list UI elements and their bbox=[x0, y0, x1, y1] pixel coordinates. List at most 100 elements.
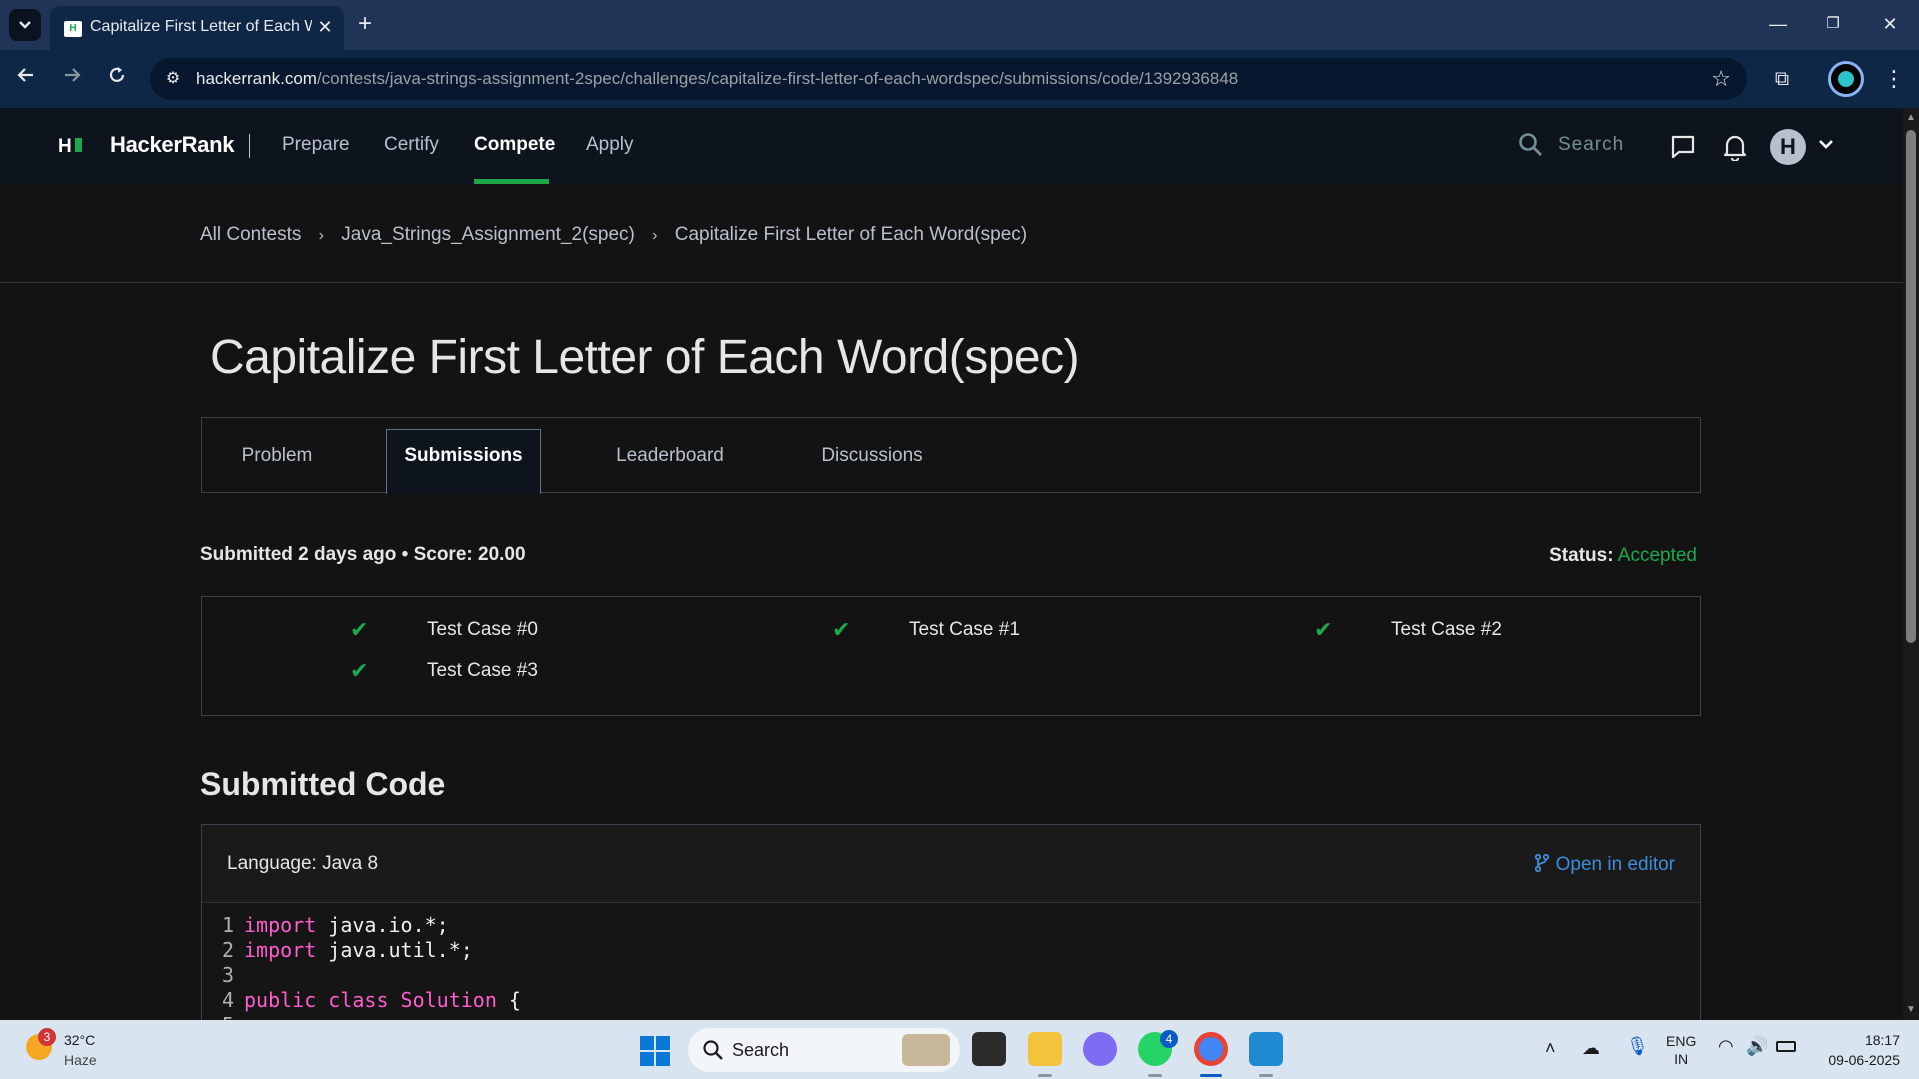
code-line: 4 public class Solution { bbox=[202, 988, 1700, 1013]
more-menu-icon[interactable]: ⋮ bbox=[1880, 63, 1908, 95]
tab-submissions[interactable]: Submissions bbox=[386, 429, 541, 494]
submission-status: Status: Accepted bbox=[1549, 545, 1697, 567]
url-text[interactable]: hackerrank.com/contests/java-strings-ass… bbox=[196, 69, 1238, 89]
file-explorer-icon[interactable] bbox=[1028, 1032, 1062, 1066]
scroll-up-arrow-icon[interactable]: ▲ bbox=[1903, 112, 1919, 123]
code-rest: java.io.*; bbox=[316, 913, 449, 937]
brand-name[interactable]: HackerRank bbox=[110, 132, 235, 158]
breadcrumb-contest[interactable]: Java_Strings_Assignment_2(spec) bbox=[341, 224, 635, 246]
language-indicator[interactable]: ENG IN bbox=[1666, 1032, 1696, 1068]
scroll-down-arrow-icon[interactable]: ▼ bbox=[1903, 1004, 1919, 1015]
minimize-window-button[interactable]: — bbox=[1750, 0, 1806, 50]
back-button[interactable] bbox=[10, 63, 42, 95]
code-line: 5 bbox=[202, 1013, 1700, 1020]
arrow-left-icon bbox=[17, 68, 33, 82]
running-indicator bbox=[1148, 1074, 1162, 1077]
tab-discussions[interactable]: Discussions bbox=[782, 418, 962, 494]
breadcrumb-divider bbox=[0, 282, 1903, 283]
tab-problem[interactable]: Problem bbox=[202, 418, 352, 494]
cloud-offline-icon[interactable]: ☁ bbox=[1582, 1038, 1600, 1059]
extensions-puzzle-icon[interactable]: ⧉ bbox=[1766, 63, 1798, 95]
restore-window-button[interactable]: ❐ bbox=[1805, 0, 1861, 50]
chevron-right-icon: › bbox=[318, 227, 324, 244]
code-line: 3 bbox=[202, 963, 1700, 988]
breadcrumb-challenge[interactable]: Capitalize First Letter of Each Word(spe… bbox=[675, 224, 1027, 246]
code-rest: { bbox=[496, 988, 521, 1012]
code-viewer-header: Language: Java 8 Open in editor bbox=[202, 825, 1700, 903]
chrome-icon[interactable] bbox=[1194, 1032, 1228, 1066]
new-tab-button[interactable]: + bbox=[350, 10, 380, 40]
whatsapp-badge: 4 bbox=[1160, 1030, 1178, 1048]
scrollbar-thumb[interactable] bbox=[1906, 130, 1916, 643]
code-text: import java.io.*; bbox=[244, 913, 449, 938]
wifi-icon[interactable]: ◠ bbox=[1718, 1036, 1734, 1057]
windows-start-icon[interactable] bbox=[640, 1036, 670, 1066]
reload-button[interactable] bbox=[101, 63, 133, 95]
hackerrank-logo-icon[interactable]: H bbox=[58, 136, 82, 158]
nav-link-certify[interactable]: Certify bbox=[384, 134, 439, 156]
language-label: Language: Java 8 bbox=[227, 853, 379, 874]
tab-leaderboard[interactable]: Leaderboard bbox=[580, 418, 760, 494]
chevron-down-icon[interactable] bbox=[1818, 132, 1834, 158]
bookmark-star-icon[interactable]: ☆ bbox=[1711, 66, 1731, 92]
check-icon: ✔ bbox=[350, 617, 369, 642]
running-indicator bbox=[1259, 1074, 1273, 1077]
code-lines: 1 import java.io.*; 2 import java.util.*; … bbox=[202, 913, 1700, 1020]
taskbar-search-label: Search bbox=[732, 1040, 790, 1060]
page-scrollbar[interactable]: ▲ ▼ bbox=[1903, 108, 1919, 1020]
code-text: public class Solution { bbox=[244, 988, 521, 1013]
windows-taskbar: 3 32°C Haze Search 4 ˄ ☁ 🎙 ENG IN ◠ 🔊 18:… bbox=[0, 1020, 1919, 1079]
site-info-icon[interactable]: ⚙ bbox=[162, 68, 184, 90]
tab-title: Capitalize First Letter of Each W bbox=[90, 18, 312, 35]
weather-badge: 3 bbox=[38, 1028, 56, 1046]
vscode-icon[interactable] bbox=[1249, 1032, 1283, 1066]
messages-icon[interactable] bbox=[1670, 134, 1696, 160]
code-keyword: public class Solution bbox=[244, 988, 497, 1012]
open-in-editor-link[interactable]: Open in editor bbox=[1534, 853, 1675, 876]
notifications-bell-icon[interactable] bbox=[1722, 133, 1748, 161]
test-case-item[interactable]: Test Case #3 bbox=[427, 660, 538, 682]
tab-close-icon[interactable]: ✕ bbox=[314, 16, 336, 38]
task-view-icon[interactable] bbox=[972, 1032, 1006, 1066]
test-case-item[interactable]: Test Case #2 bbox=[1391, 619, 1502, 641]
copilot-icon[interactable] bbox=[1083, 1032, 1117, 1066]
reload-icon bbox=[109, 67, 125, 82]
battery-icon[interactable] bbox=[1776, 1041, 1796, 1052]
forward-button[interactable] bbox=[56, 63, 88, 95]
search-input[interactable]: Search bbox=[1558, 134, 1624, 156]
browser-tab-strip: H Capitalize First Letter of Each W ✕ + … bbox=[0, 0, 1919, 50]
nav-link-prepare[interactable]: Prepare bbox=[282, 134, 350, 156]
tray-chevron-up-icon[interactable]: ˄ bbox=[1545, 1038, 1556, 1059]
weather-condition[interactable]: Haze bbox=[64, 1052, 97, 1068]
code-keyword: import bbox=[244, 938, 317, 962]
check-icon: ✔ bbox=[1314, 617, 1333, 642]
open-in-editor-label: Open in editor bbox=[1555, 854, 1675, 875]
region-line: IN bbox=[1674, 1051, 1689, 1067]
code-text: import java.util.*; bbox=[244, 938, 473, 963]
language-line: ENG bbox=[1666, 1033, 1697, 1049]
taskbar-search-box[interactable]: Search bbox=[688, 1028, 960, 1072]
breadcrumb-all-contests[interactable]: All Contests bbox=[200, 224, 301, 246]
nav-divider bbox=[249, 134, 250, 158]
user-avatar[interactable]: H bbox=[1770, 129, 1806, 165]
address-bar[interactable]: ⚙ hackerrank.com/contests/java-strings-a… bbox=[150, 58, 1747, 100]
submission-meta: Submitted 2 days ago • Score: 20.00 bbox=[200, 544, 526, 565]
tab-search-button[interactable] bbox=[9, 9, 41, 41]
check-icon: ✔ bbox=[350, 658, 369, 683]
close-window-button[interactable]: ✕ bbox=[1862, 0, 1918, 50]
profile-avatar[interactable] bbox=[1828, 61, 1864, 97]
search-icon[interactable] bbox=[1518, 132, 1544, 158]
clock[interactable]: 18:17 09-06-2025 bbox=[1818, 1030, 1900, 1070]
test-case-item[interactable]: Test Case #1 bbox=[909, 619, 1020, 641]
browser-tab-active[interactable]: H Capitalize First Letter of Each W ✕ bbox=[50, 6, 344, 50]
nav-link-apply[interactable]: Apply bbox=[586, 134, 634, 156]
microphone-icon[interactable]: 🎙 bbox=[1626, 1036, 1649, 1057]
weather-temperature[interactable]: 32°C bbox=[64, 1032, 95, 1048]
chevron-right-icon: › bbox=[652, 227, 658, 244]
test-case-item[interactable]: Test Case #0 bbox=[427, 619, 538, 641]
line-number: 2 bbox=[221, 938, 234, 962]
nav-link-compete[interactable]: Compete bbox=[474, 134, 555, 156]
browser-toolbar: ⚙ hackerrank.com/contests/java-strings-a… bbox=[0, 50, 1919, 108]
volume-icon[interactable]: 🔊 bbox=[1746, 1036, 1768, 1057]
search-icon bbox=[703, 1040, 723, 1060]
